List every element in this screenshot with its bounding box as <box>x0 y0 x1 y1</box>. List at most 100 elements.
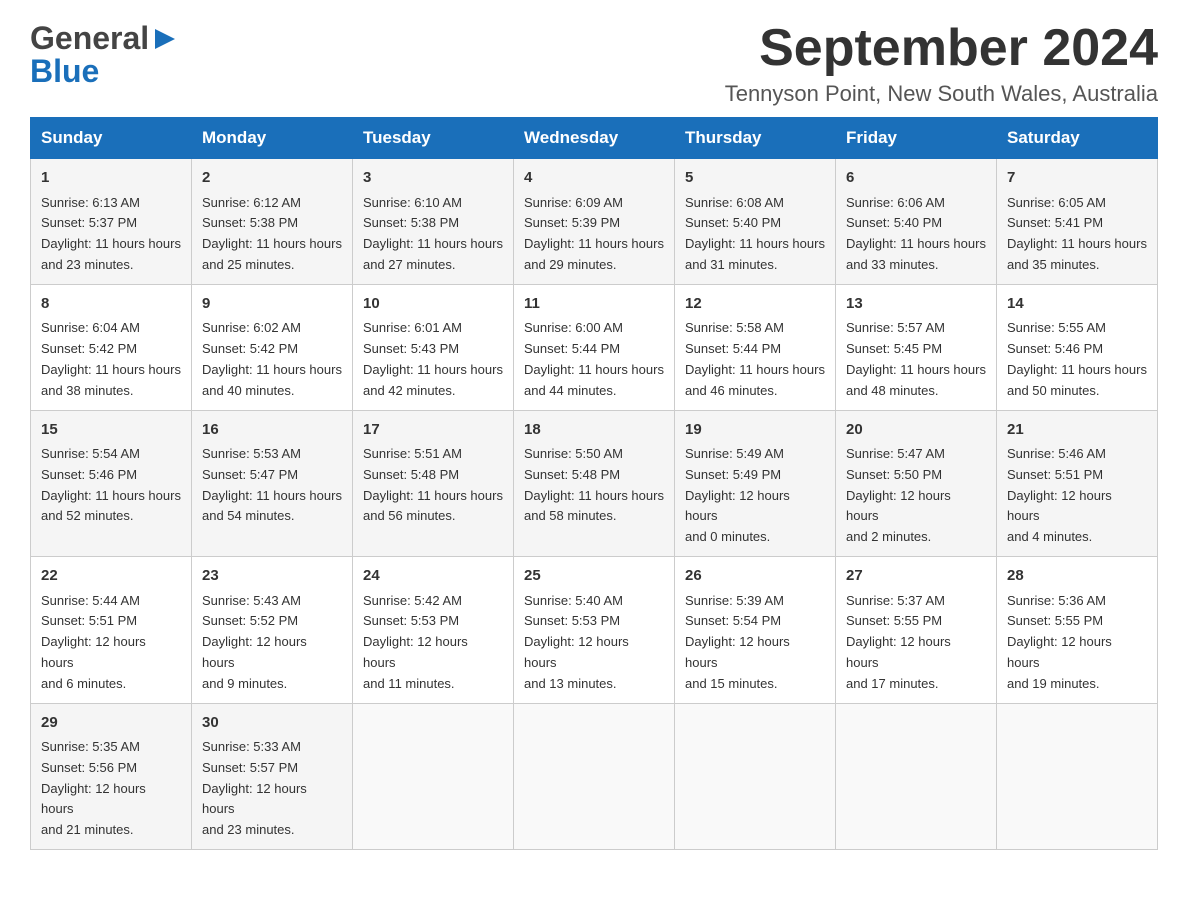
col-sunday: Sunday <box>31 118 192 159</box>
day-info: Sunrise: 6:05 AM Sunset: 5:41 PM Dayligh… <box>1007 193 1147 276</box>
table-row <box>353 703 514 849</box>
day-number: 28 <box>1007 565 1147 588</box>
day-number: 22 <box>41 565 181 588</box>
calendar-table: Sunday Monday Tuesday Wednesday Thursday… <box>30 117 1158 850</box>
day-info: Sunrise: 6:02 AM Sunset: 5:42 PM Dayligh… <box>202 318 342 401</box>
table-row: 26 Sunrise: 5:39 AM Sunset: 5:54 PM Dayl… <box>675 557 836 703</box>
month-title: September 2024 <box>725 20 1158 77</box>
day-info: Sunrise: 5:50 AM Sunset: 5:48 PM Dayligh… <box>524 444 664 527</box>
day-info: Sunrise: 5:53 AM Sunset: 5:47 PM Dayligh… <box>202 444 342 527</box>
calendar-week-row: 29 Sunrise: 5:35 AM Sunset: 5:56 PM Dayl… <box>31 703 1158 849</box>
logo-general-text: General <box>30 20 149 57</box>
day-number: 15 <box>41 419 181 442</box>
table-row: 4 Sunrise: 6:09 AM Sunset: 5:39 PM Dayli… <box>514 159 675 285</box>
day-number: 24 <box>363 565 503 588</box>
table-row: 24 Sunrise: 5:42 AM Sunset: 5:53 PM Dayl… <box>353 557 514 703</box>
table-row: 16 Sunrise: 5:53 AM Sunset: 5:47 PM Dayl… <box>192 410 353 556</box>
col-thursday: Thursday <box>675 118 836 159</box>
table-row <box>997 703 1158 849</box>
table-row: 13 Sunrise: 5:57 AM Sunset: 5:45 PM Dayl… <box>836 284 997 410</box>
logo-blue-text: Blue <box>30 53 99 90</box>
day-info: Sunrise: 6:01 AM Sunset: 5:43 PM Dayligh… <box>363 318 503 401</box>
day-info: Sunrise: 5:35 AM Sunset: 5:56 PM Dayligh… <box>41 737 181 841</box>
table-row: 15 Sunrise: 5:54 AM Sunset: 5:46 PM Dayl… <box>31 410 192 556</box>
day-number: 20 <box>846 419 986 442</box>
table-row: 2 Sunrise: 6:12 AM Sunset: 5:38 PM Dayli… <box>192 159 353 285</box>
day-number: 21 <box>1007 419 1147 442</box>
day-number: 10 <box>363 293 503 316</box>
day-info: Sunrise: 6:09 AM Sunset: 5:39 PM Dayligh… <box>524 193 664 276</box>
day-number: 23 <box>202 565 342 588</box>
logo-arrow-icon <box>150 24 180 54</box>
day-number: 7 <box>1007 167 1147 190</box>
day-number: 29 <box>41 712 181 735</box>
day-info: Sunrise: 6:06 AM Sunset: 5:40 PM Dayligh… <box>846 193 986 276</box>
table-row: 6 Sunrise: 6:06 AM Sunset: 5:40 PM Dayli… <box>836 159 997 285</box>
day-number: 17 <box>363 419 503 442</box>
day-info: Sunrise: 5:51 AM Sunset: 5:48 PM Dayligh… <box>363 444 503 527</box>
col-wednesday: Wednesday <box>514 118 675 159</box>
day-info: Sunrise: 5:40 AM Sunset: 5:53 PM Dayligh… <box>524 591 664 695</box>
day-number: 6 <box>846 167 986 190</box>
calendar-header-row: Sunday Monday Tuesday Wednesday Thursday… <box>31 118 1158 159</box>
col-saturday: Saturday <box>997 118 1158 159</box>
calendar-week-row: 15 Sunrise: 5:54 AM Sunset: 5:46 PM Dayl… <box>31 410 1158 556</box>
table-row: 14 Sunrise: 5:55 AM Sunset: 5:46 PM Dayl… <box>997 284 1158 410</box>
day-info: Sunrise: 5:36 AM Sunset: 5:55 PM Dayligh… <box>1007 591 1147 695</box>
day-info: Sunrise: 5:47 AM Sunset: 5:50 PM Dayligh… <box>846 444 986 548</box>
table-row: 23 Sunrise: 5:43 AM Sunset: 5:52 PM Dayl… <box>192 557 353 703</box>
table-row: 12 Sunrise: 5:58 AM Sunset: 5:44 PM Dayl… <box>675 284 836 410</box>
table-row: 7 Sunrise: 6:05 AM Sunset: 5:41 PM Dayli… <box>997 159 1158 285</box>
calendar-week-row: 1 Sunrise: 6:13 AM Sunset: 5:37 PM Dayli… <box>31 159 1158 285</box>
day-info: Sunrise: 5:49 AM Sunset: 5:49 PM Dayligh… <box>685 444 825 548</box>
title-area: September 2024 Tennyson Point, New South… <box>725 20 1158 107</box>
table-row: 3 Sunrise: 6:10 AM Sunset: 5:38 PM Dayli… <box>353 159 514 285</box>
day-info: Sunrise: 5:55 AM Sunset: 5:46 PM Dayligh… <box>1007 318 1147 401</box>
table-row: 11 Sunrise: 6:00 AM Sunset: 5:44 PM Dayl… <box>514 284 675 410</box>
table-row: 21 Sunrise: 5:46 AM Sunset: 5:51 PM Dayl… <box>997 410 1158 556</box>
table-row: 5 Sunrise: 6:08 AM Sunset: 5:40 PM Dayli… <box>675 159 836 285</box>
col-tuesday: Tuesday <box>353 118 514 159</box>
table-row <box>675 703 836 849</box>
day-info: Sunrise: 6:00 AM Sunset: 5:44 PM Dayligh… <box>524 318 664 401</box>
table-row: 19 Sunrise: 5:49 AM Sunset: 5:49 PM Dayl… <box>675 410 836 556</box>
day-number: 26 <box>685 565 825 588</box>
day-number: 2 <box>202 167 342 190</box>
table-row: 25 Sunrise: 5:40 AM Sunset: 5:53 PM Dayl… <box>514 557 675 703</box>
day-number: 14 <box>1007 293 1147 316</box>
day-number: 11 <box>524 293 664 316</box>
location-subtitle: Tennyson Point, New South Wales, Austral… <box>725 81 1158 107</box>
table-row: 1 Sunrise: 6:13 AM Sunset: 5:37 PM Dayli… <box>31 159 192 285</box>
day-info: Sunrise: 5:42 AM Sunset: 5:53 PM Dayligh… <box>363 591 503 695</box>
table-row <box>514 703 675 849</box>
day-number: 25 <box>524 565 664 588</box>
table-row: 18 Sunrise: 5:50 AM Sunset: 5:48 PM Dayl… <box>514 410 675 556</box>
table-row <box>836 703 997 849</box>
col-monday: Monday <box>192 118 353 159</box>
day-number: 3 <box>363 167 503 190</box>
day-info: Sunrise: 6:08 AM Sunset: 5:40 PM Dayligh… <box>685 193 825 276</box>
day-number: 19 <box>685 419 825 442</box>
calendar-week-row: 22 Sunrise: 5:44 AM Sunset: 5:51 PM Dayl… <box>31 557 1158 703</box>
day-info: Sunrise: 5:37 AM Sunset: 5:55 PM Dayligh… <box>846 591 986 695</box>
day-number: 27 <box>846 565 986 588</box>
day-info: Sunrise: 6:12 AM Sunset: 5:38 PM Dayligh… <box>202 193 342 276</box>
calendar-week-row: 8 Sunrise: 6:04 AM Sunset: 5:42 PM Dayli… <box>31 284 1158 410</box>
table-row: 10 Sunrise: 6:01 AM Sunset: 5:43 PM Dayl… <box>353 284 514 410</box>
table-row: 22 Sunrise: 5:44 AM Sunset: 5:51 PM Dayl… <box>31 557 192 703</box>
day-number: 30 <box>202 712 342 735</box>
day-info: Sunrise: 6:13 AM Sunset: 5:37 PM Dayligh… <box>41 193 181 276</box>
day-info: Sunrise: 5:46 AM Sunset: 5:51 PM Dayligh… <box>1007 444 1147 548</box>
table-row: 27 Sunrise: 5:37 AM Sunset: 5:55 PM Dayl… <box>836 557 997 703</box>
table-row: 30 Sunrise: 5:33 AM Sunset: 5:57 PM Dayl… <box>192 703 353 849</box>
table-row: 9 Sunrise: 6:02 AM Sunset: 5:42 PM Dayli… <box>192 284 353 410</box>
day-info: Sunrise: 5:39 AM Sunset: 5:54 PM Dayligh… <box>685 591 825 695</box>
day-info: Sunrise: 5:44 AM Sunset: 5:51 PM Dayligh… <box>41 591 181 695</box>
day-info: Sunrise: 5:54 AM Sunset: 5:46 PM Dayligh… <box>41 444 181 527</box>
day-info: Sunrise: 5:57 AM Sunset: 5:45 PM Dayligh… <box>846 318 986 401</box>
day-number: 16 <box>202 419 342 442</box>
table-row: 29 Sunrise: 5:35 AM Sunset: 5:56 PM Dayl… <box>31 703 192 849</box>
day-info: Sunrise: 6:04 AM Sunset: 5:42 PM Dayligh… <box>41 318 181 401</box>
day-info: Sunrise: 5:58 AM Sunset: 5:44 PM Dayligh… <box>685 318 825 401</box>
day-number: 8 <box>41 293 181 316</box>
